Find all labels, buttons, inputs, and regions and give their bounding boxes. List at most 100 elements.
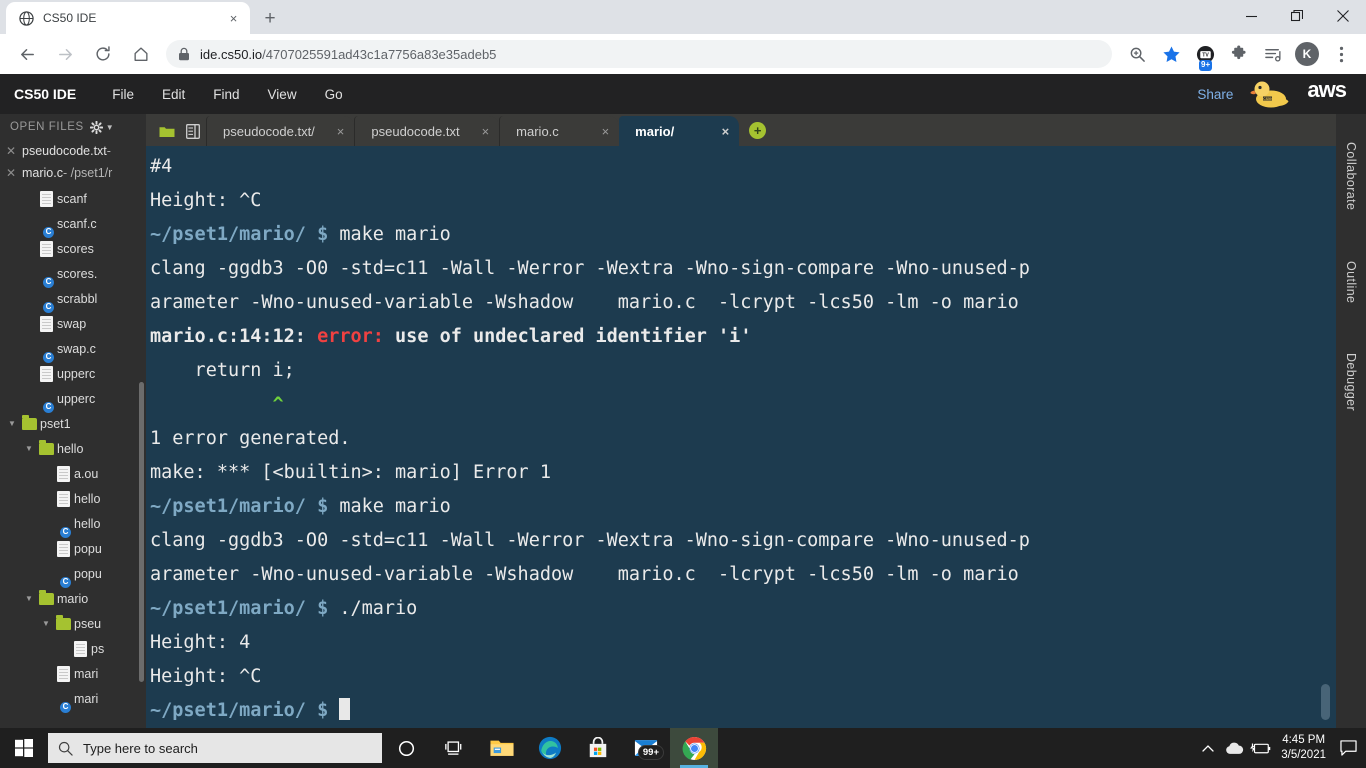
star-icon[interactable] [1157, 40, 1185, 68]
terminal-line: #4 [150, 156, 173, 177]
tree-node[interactable]: ▼ pset1 [0, 411, 146, 436]
open-file-row[interactable]: ✕ mario.c - /pset1/r [0, 162, 146, 184]
open-file-name: pseudocode.txt [22, 144, 107, 158]
terminal-line: clang -ggdb3 -O0 -std=c11 -Wall -Werror … [150, 530, 1030, 551]
tree-node[interactable]: Cscores. [0, 261, 146, 288]
editor-tab-pseudocode-txt[interactable]: pseudocode.txt/ × [206, 116, 355, 146]
onedrive-cloud-icon[interactable] [1221, 728, 1247, 768]
forward-button[interactable] [50, 39, 80, 69]
file-tree-scrollbar[interactable] [139, 382, 144, 682]
file-icon [52, 540, 74, 557]
browser-tab[interactable]: CS50 IDE × [6, 2, 250, 34]
menu-go[interactable]: Go [325, 87, 343, 102]
chevron-down-icon[interactable]: ▼ [6, 419, 18, 428]
folder-icon[interactable] [154, 116, 180, 146]
tree-node[interactable]: ▼ mario [0, 586, 146, 611]
tree-node[interactable]: Cupperc [0, 386, 146, 413]
menu-view[interactable]: View [268, 87, 297, 102]
cortana-circle-icon[interactable] [382, 728, 430, 768]
tree-node[interactable]: hello [0, 486, 146, 511]
file-tree[interactable]: scanf Cscanf.c scores Cscores. Cscrabbl swap C… [0, 186, 146, 730]
chevron-down-icon[interactable]: ▼ [106, 123, 115, 132]
error-label: error: [317, 326, 396, 347]
profile-avatar[interactable]: K [1293, 40, 1321, 68]
tree-node[interactable]: mari [0, 661, 146, 686]
tray-chevron-up-icon[interactable] [1195, 728, 1221, 768]
zoom-magnifier-icon[interactable] [1123, 40, 1151, 68]
share-button[interactable]: Share [1197, 87, 1233, 102]
close-button[interactable] [1320, 0, 1366, 32]
close-icon[interactable]: × [337, 124, 345, 139]
tree-node[interactable]: Chello [0, 511, 146, 538]
reading-list-icon[interactable] [1259, 40, 1287, 68]
open-file-row[interactable]: ✕ pseudocode.txt - [0, 140, 146, 162]
tree-node[interactable]: ps [0, 636, 146, 661]
three-dot-menu-icon[interactable] [1327, 40, 1355, 68]
editor-tab-mario-c[interactable]: mario.c × [499, 116, 620, 146]
open-files-label: OPEN FILES [10, 121, 84, 133]
file-icon [52, 465, 74, 482]
tree-node[interactable]: ▼ hello [0, 436, 146, 461]
terminal-scrollbar[interactable] [1321, 684, 1330, 720]
tree-node[interactable]: Cmari [0, 686, 146, 713]
editor-tab-mario[interactable]: mario/ × [619, 116, 740, 146]
tree-node-label: swap.c [57, 341, 96, 356]
restore-button[interactable] [1274, 0, 1320, 32]
add-terminal-tab-button[interactable]: + [749, 122, 767, 139]
taskbar-app-file-explorer[interactable] [478, 728, 526, 768]
close-icon[interactable]: × [482, 124, 490, 139]
close-icon[interactable]: × [602, 124, 610, 139]
tree-node[interactable]: Cpopu [0, 561, 146, 588]
tree-node[interactable]: a.ou [0, 461, 146, 486]
folder-icon [35, 439, 57, 455]
task-view-icon[interactable] [430, 728, 478, 768]
taskbar-app-microsoft-edge[interactable] [526, 728, 574, 768]
globe-icon [18, 10, 34, 26]
chevron-down-icon[interactable]: ▼ [40, 619, 52, 628]
rail-tab-collaborate[interactable]: Collaborate [1336, 122, 1366, 230]
menu-find[interactable]: Find [213, 87, 239, 102]
reload-button[interactable] [88, 39, 118, 69]
tree-node[interactable]: scores [0, 236, 146, 261]
tree-node[interactable]: popu [0, 536, 146, 561]
menu-edit[interactable]: Edit [162, 87, 185, 102]
tree-node[interactable]: Cscanf.c [0, 211, 146, 238]
new-tab-button[interactable]: + [256, 4, 284, 32]
extensions-puzzle-icon[interactable] [1225, 40, 1253, 68]
address-bar[interactable]: ide.cs50.io/4707025591ad43c1a7756a83e35a… [166, 40, 1112, 68]
rail-tab-debugger[interactable]: Debugger [1336, 334, 1366, 430]
close-icon[interactable]: × [225, 10, 242, 27]
taskbar-app-google-chrome[interactable] [670, 728, 718, 768]
close-icon[interactable]: ✕ [6, 144, 22, 158]
close-icon[interactable]: ✕ [6, 166, 22, 180]
extension-tv-icon[interactable]: TV 9+ [1191, 40, 1219, 71]
chevron-down-icon[interactable]: ▼ [23, 444, 35, 453]
menu-file[interactable]: File [112, 87, 134, 102]
terminal-prompt: ~/pset1/mario/ $ [150, 598, 340, 619]
back-button[interactable] [12, 39, 42, 69]
editor-tab-pseudocode-txt[interactable]: pseudocode.txt × [354, 116, 500, 146]
minimize-button[interactable] [1228, 0, 1274, 32]
chevron-down-icon[interactable]: ▼ [23, 594, 35, 603]
home-button[interactable] [126, 39, 156, 69]
battery-charging-icon[interactable] [1247, 728, 1273, 768]
taskbar-app-microsoft-store[interactable] [574, 728, 622, 768]
clock[interactable]: 4:45 PM 3/5/2021 [1273, 728, 1334, 768]
tree-node[interactable]: scanf [0, 186, 146, 211]
search-input[interactable]: Type here to search [48, 733, 382, 763]
tree-node[interactable]: upperc [0, 361, 146, 386]
tree-node[interactable]: Cscrabbl [0, 286, 146, 313]
tree-node[interactable]: Cswap.c [0, 336, 146, 363]
file-icon [35, 240, 57, 257]
windows-start-icon[interactable] [0, 728, 48, 768]
terminal-command: make mario [339, 224, 451, 245]
close-icon[interactable]: × [722, 124, 730, 139]
action-center-icon[interactable] [1334, 728, 1362, 768]
tree-node[interactable]: ▼ pseu [0, 611, 146, 636]
taskbar-app-mail[interactable]: 99+ [622, 728, 670, 768]
tree-node[interactable]: swap [0, 311, 146, 336]
terminal[interactable]: #4 Height: ^C ~/pset1/mario/ $ make mario c… [146, 146, 1336, 730]
panel-layout-icon[interactable] [180, 116, 206, 146]
rail-tab-outline[interactable]: Outline [1336, 242, 1366, 322]
gear-icon[interactable] [89, 120, 103, 134]
